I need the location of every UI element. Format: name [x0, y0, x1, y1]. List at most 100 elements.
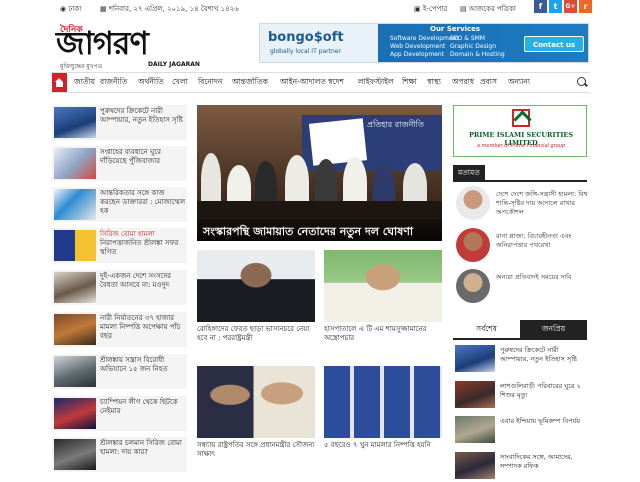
nav-item[interactable]: অর্থনীতি [138, 77, 164, 89]
news-thumbnail[interactable] [54, 398, 96, 429]
nav-item[interactable]: অন্যান্য [508, 77, 530, 89]
news-title[interactable]: সন্ধ্যায় রাষ্ট্রপতির সঙ্গে প্রধানমন্ত্র… [197, 441, 315, 459]
news-title[interactable]: সিরিজ বোমা হামলা নিরাপত্তাজনিত শ্রীলঙ্কা… [100, 230, 186, 257]
opinion-item[interactable]: অন্যরা প্রতিবাদই সময়ের দাবি [456, 269, 587, 305]
latest-thumbnail[interactable] [455, 452, 495, 479]
search-icon[interactable] [577, 77, 586, 86]
latest-title[interactable]: এবার ইন্দিয়ায় ভূমিকম্প বিপর্যয় [500, 417, 588, 426]
latest-item[interactable]: সাংবাদিকের সঙ্গে, আমাদের, সম্পাদক রফিক [455, 452, 587, 482]
nav-item[interactable]: অপরাধ [452, 77, 474, 89]
ad-service: SEO & SMM [450, 35, 485, 42]
latest-thumbnail[interactable] [455, 381, 495, 408]
news-image[interactable] [197, 250, 315, 322]
list-item[interactable]: চ্যাম্পিয়ন লীগ থেকে ছিটকে নেইমার [52, 396, 187, 431]
news-title[interactable]: আন্তরিকতার সঙ্গে কাজ করছেন ডাক্তাররা : ম… [100, 189, 186, 216]
header-ad-banner[interactable]: bongo$oft globally local IT partner Our … [259, 23, 589, 63]
opinion-headline[interactable]: অন্যরা প্রতিবাদই সময়ের দাবি [496, 273, 588, 282]
news-title[interactable]: সপ্তাহের ব্যবধানে ঘুরে দাঁড়িয়েছে পুঁজি… [100, 148, 186, 166]
ad-contact-button[interactable]: Contact us [524, 36, 584, 52]
news-card[interactable]: সন্ধ্যায় রাষ্ট্রপতির সঙ্গে প্রধানমন্ত্র… [197, 366, 315, 459]
opinion-item[interactable]: দেশে দেশে জঙ্গি-সন্ত্রাসী হামলা: বিশ্ব শ… [456, 186, 587, 222]
news-tag[interactable]: সিরিজ বোমা হামলা [100, 230, 155, 238]
list-item[interactable]: দুই-একজন দেশে সংসদের বৈধতা আসবে না: মওদু… [52, 270, 187, 305]
epaper-text: ই-পেপার [422, 5, 448, 13]
today-paper-link[interactable]: ▤ আজকের পত্রিকা [460, 3, 516, 15]
twitter-icon[interactable]: t [549, 0, 562, 13]
nav-item[interactable]: স্বাস্থ্য [427, 77, 441, 89]
latest-title[interactable]: লাশগুলিবাড়ী পরিবারের ঘুরে ২ শিশুর মৃত্য… [500, 382, 588, 399]
logo-english: DAILY JAGARAN [148, 61, 200, 68]
sidebar-ad[interactable]: PRIME ISLAMI SECURITIES LIMITED a member… [453, 105, 587, 157]
nav-item[interactable]: জাতীয় [74, 77, 95, 89]
news-image[interactable] [324, 366, 442, 438]
news-image[interactable] [197, 366, 315, 438]
opinion-item[interactable]: রানা প্লাজা: বিচারহীনতা এবং অনিরাপত্তার … [456, 228, 587, 264]
news-title[interactable]: পুরুষদের ক্রিকেটে নারী আম্পায়ার, নতুন ই… [100, 107, 186, 125]
news-thumbnail[interactable] [54, 439, 96, 470]
news-thumbnail[interactable] [54, 107, 96, 138]
author-avatar[interactable] [456, 186, 490, 220]
news-title[interactable]: রোহিঙ্গাদের ফেরত ছাড়া ভাসানচরে নেয়া হব… [197, 325, 315, 343]
news-thumbnail[interactable] [54, 272, 96, 303]
main-nav: জাতীয় রাজনীতি অর্থনীতি খেলা বিনোদন আন্ত… [52, 72, 590, 93]
nav-item[interactable]: আইন-আদালত [280, 77, 326, 89]
list-item[interactable]: পুরুষদের ক্রিকেটে নারী আম্পায়ার, নতুন ই… [52, 105, 187, 140]
news-title[interactable]: ৫ বছরেও ৭ খুন মামলার নিষ্পত্তি হয়নি [324, 441, 442, 450]
nav-item[interactable]: আন্তর্জাতিক [232, 77, 268, 89]
nav-item[interactable]: বিনোদন [198, 77, 222, 89]
latest-thumbnail[interactable] [455, 345, 495, 372]
list-item[interactable]: সিরিজ বোমা হামলা নিরাপত্তাজনিত শ্রীলঙ্কা… [52, 228, 187, 263]
latest-item[interactable]: লাশগুলিবাড়ী পরিবারের ঘুরে ২ শিশুর মৃত্য… [455, 381, 587, 411]
tab-popular[interactable]: জনপ্রিয় [520, 320, 587, 338]
list-item[interactable]: সপ্তাহের ব্যবধানে ঘুরে দাঁড়িয়েছে পুঁজি… [52, 146, 187, 181]
news-title[interactable]: চ্যাম্পিয়ন লীগ থেকে ছিটকে নেইমার [100, 398, 186, 416]
news-card[interactable]: ৫ বছরেও ৭ খুন মামলার নিষ্পত্তি হয়নি [324, 366, 442, 450]
author-avatar[interactable] [456, 269, 490, 303]
latest-title[interactable]: পুরুষদের ক্রিকেটে নারী আম্পায়ার, নতুন ই… [500, 346, 588, 363]
opinion-headline[interactable]: রানা প্লাজা: বিচারহীনতা এবং অনিরাপত্তার … [496, 232, 588, 250]
news-title[interactable]: দুই-একজন দেশে সংসদের বৈধতা আসবে না: মওদু… [100, 272, 186, 290]
list-item[interactable]: শ্রীলঙ্কায় সন্ত্রাস বিরোধী অভিযানে ১৫ জ… [52, 354, 187, 389]
news-title[interactable]: শ্রীলঙ্কার চলমান সিরিজ বোমা হামলা: দায় … [100, 439, 186, 457]
latest-item[interactable]: পুরুষদের ক্রিকেটে নারী আম্পায়ার, নতুন ই… [455, 345, 587, 375]
nav-item[interactable]: খেলা [172, 77, 188, 89]
nav-item[interactable]: লাইফস্টাইল [358, 77, 394, 89]
news-title[interactable]: শ্রীলঙ্কায় সন্ত্রাস বিরোধী অভিযানে ১৫ জ… [100, 356, 186, 374]
list-item[interactable]: নারী নির্যাতনের ৩৭ হাজার মামলা নিষ্পত্তি… [52, 312, 187, 347]
latest-title[interactable]: সাংবাদিকের সঙ্গে, আমাদের, সম্পাদক রফিক [500, 453, 588, 470]
nav-item[interactable]: রাজনীতি [100, 77, 127, 89]
facebook-icon[interactable]: f [534, 0, 547, 13]
news-thumbnail[interactable] [54, 189, 96, 220]
opinion-title[interactable]: মতামত [453, 165, 485, 180]
tab-latest[interactable]: সর্বশেষ [453, 320, 520, 338]
author-avatar[interactable] [456, 228, 490, 262]
nav-item[interactable]: শিক্ষা [402, 77, 417, 89]
news-image[interactable] [324, 250, 442, 322]
news-title[interactable]: নারী নির্যাতনের ৩৭ হাজার মামলা নিষ্পত্তি… [100, 314, 186, 341]
opinion-headline[interactable]: দেশে দেশে জঙ্গি-সন্ত্রাসী হামলা: বিশ্ব শ… [496, 190, 588, 217]
news-card[interactable]: হাসপাতালে এ টি এম শামসুজ্জামানের অস্ত্রো… [324, 250, 442, 343]
news-thumbnail[interactable] [54, 356, 96, 387]
news-thumbnail[interactable] [54, 314, 96, 345]
news-thumbnail[interactable] [54, 230, 96, 261]
home-icon[interactable] [52, 73, 67, 92]
hero-caption-bar: সংস্কারপন্থি জামায়াত নেতাদের নতুন দল ঘো… [197, 219, 442, 241]
hero-image-person [201, 153, 221, 207]
lead-story[interactable]: প্রতিহার রাজনীতি সংস্কারপন্থি জামায়াত ন… [197, 105, 442, 241]
news-thumbnail[interactable] [54, 148, 96, 179]
news-card[interactable]: রোহিঙ্গাদের ফেরত ছাড়া ভাসানচরে নেয়া হব… [197, 250, 315, 343]
hero-caption[interactable]: সংস্কারপন্থি জামায়াত নেতাদের নতুন দল ঘো… [203, 223, 413, 241]
nav-item[interactable]: স্বদেশ [328, 77, 344, 89]
list-item[interactable]: আন্তরিকতার সঙ্গে কাজ করছেন ডাক্তাররা : ম… [52, 187, 187, 222]
list-item[interactable]: শ্রীলঙ্কার চলমান সিরিজ বোমা হামলা: দায় … [52, 437, 187, 472]
news-title[interactable]: হাসপাতালে এ টি এম শামসুজ্জামানের অস্ত্রো… [324, 325, 442, 343]
nav-item[interactable]: প্রবাস [480, 77, 497, 89]
rss-icon[interactable]: r [579, 0, 592, 13]
news-title-text[interactable]: নিরাপত্তাজনিত শ্রীলঙ্কা সফর স্থগিত [100, 239, 179, 256]
latest-item[interactable]: এবার ইন্দিয়ায় ভূমিকম্প বিপর্যয় [455, 416, 587, 446]
epaper-link[interactable]: ▣ ই-পেপার [414, 3, 447, 15]
prime-logo-icon [512, 109, 530, 127]
top-bar: ◉ ঢাকা ▦ শনিবার, ২৭ এপ্রিল, ২০১৯, ১৪ বৈশ… [0, 0, 640, 14]
googleplus-icon[interactable]: G+ [564, 0, 577, 13]
latest-thumbnail[interactable] [455, 416, 495, 443]
